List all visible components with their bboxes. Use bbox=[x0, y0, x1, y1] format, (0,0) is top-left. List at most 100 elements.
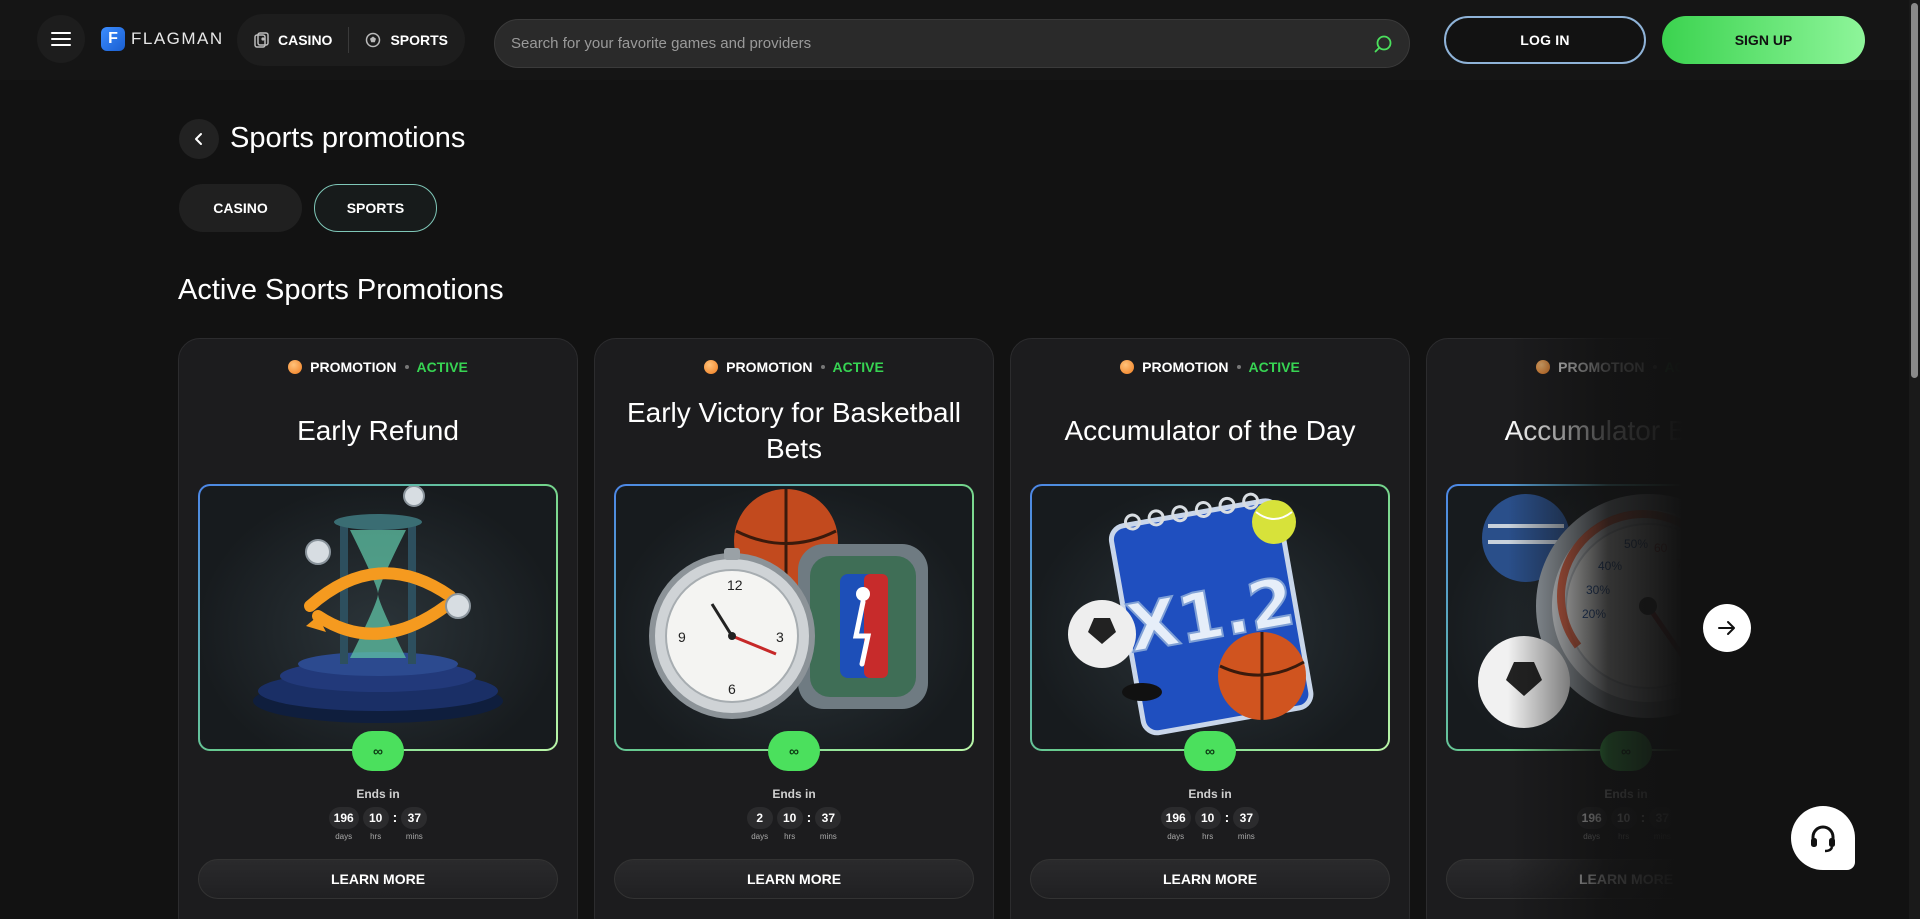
learn-more-button[interactable]: LEARN MORE bbox=[1030, 859, 1390, 899]
timer-hours: 10 bbox=[362, 807, 389, 829]
notepad-x12-illustration: X1.2 bbox=[1068, 492, 1314, 736]
timer-minutes-label: mins bbox=[405, 832, 423, 841]
ends-label: Ends in bbox=[356, 787, 400, 801]
promo-title: Early Victory for Basketball Bets bbox=[626, 397, 962, 464]
logo-mark: F bbox=[101, 27, 125, 51]
promo-title: Accumulator of the Day bbox=[1064, 415, 1356, 446]
nav-sports[interactable]: SPORTS bbox=[349, 14, 464, 66]
promo-image[interactable]: X1.2 bbox=[1030, 484, 1390, 751]
tab-casino[interactable]: CASINO bbox=[179, 184, 302, 232]
timer-colon: : bbox=[806, 809, 812, 825]
timer-hours: 10 bbox=[1610, 807, 1637, 829]
login-button[interactable]: LOG IN bbox=[1444, 16, 1646, 64]
promo-card: PROMOTION ACTIVE Early Refund ∞ Ends in … bbox=[178, 338, 578, 919]
speedometer-illustration: 40% 50% 60 70 80 30% 20% bbox=[1478, 494, 1748, 728]
timer-hours-label: hrs bbox=[1618, 832, 1630, 841]
search-icon[interactable] bbox=[1373, 34, 1393, 54]
support-chat-button[interactable] bbox=[1791, 806, 1855, 870]
infinity-badge: ∞ bbox=[1600, 731, 1652, 771]
hamburger-icon bbox=[51, 32, 71, 46]
timer-hours-label: hrs bbox=[370, 832, 382, 841]
promo-card: PROMOTION ACTIVE Accumulator of the Day … bbox=[1010, 338, 1410, 919]
timer-minutes: 37 bbox=[815, 807, 842, 829]
promotion-icon bbox=[1120, 360, 1135, 374]
promotion-icon bbox=[1536, 360, 1551, 374]
timer-hours: 10 bbox=[1194, 807, 1221, 829]
timer-hours-label: hrs bbox=[1202, 832, 1214, 841]
carousel-next-button[interactable] bbox=[1703, 604, 1751, 652]
promo-status: ACTIVE bbox=[416, 359, 468, 375]
timer-days-label: days bbox=[751, 832, 769, 841]
casino-icon bbox=[254, 32, 269, 48]
timer-hours: 10 bbox=[776, 807, 803, 829]
promo-status: ACTIVE bbox=[832, 359, 884, 375]
timer-minutes-label: mins bbox=[1237, 832, 1255, 841]
promotion-icon bbox=[288, 360, 303, 374]
promo-status: ACTIVE bbox=[1248, 359, 1300, 375]
timer-days: 2 bbox=[746, 807, 773, 829]
promo-title: Early Refund bbox=[297, 415, 459, 446]
svg-text:40%: 40% bbox=[1598, 559, 1622, 573]
tab-sports[interactable]: SPORTS bbox=[314, 184, 437, 232]
stopwatch-basketball-illustration: 12 3 6 9 bbox=[649, 489, 928, 719]
menu-button[interactable] bbox=[37, 15, 85, 63]
timer-days: 196 bbox=[328, 807, 359, 829]
promo-tag: PROMOTION bbox=[726, 359, 813, 375]
timer-days-label: days bbox=[335, 832, 353, 841]
card-meta: PROMOTION ACTIVE bbox=[1011, 359, 1409, 375]
main-nav: CASINO SPORTS bbox=[237, 14, 465, 66]
infinity-badge: ∞ bbox=[1184, 731, 1236, 771]
page-scrollbar[interactable] bbox=[1909, 0, 1920, 919]
signup-button[interactable]: SIGN UP bbox=[1662, 16, 1865, 64]
promo-image[interactable]: 40% 50% 60 70 80 30% 20% bbox=[1446, 484, 1748, 751]
svg-text:60: 60 bbox=[1654, 541, 1668, 555]
promo-tag: PROMOTION bbox=[310, 359, 397, 375]
ends-label: Ends in bbox=[1604, 787, 1648, 801]
timer-hours-label: hrs bbox=[784, 832, 796, 841]
promo-image[interactable]: 12 3 6 9 bbox=[614, 484, 974, 751]
svg-text:80: 80 bbox=[1688, 579, 1702, 593]
section-title: Active Sports Promotions bbox=[178, 274, 504, 306]
timer-days: 196 bbox=[1160, 807, 1191, 829]
promotions-carousel: PROMOTION ACTIVE Early Refund ∞ Ends in … bbox=[178, 338, 1748, 919]
search-bar[interactable] bbox=[494, 19, 1410, 68]
svg-text:50%: 50% bbox=[1624, 537, 1648, 551]
hourglass-illustration bbox=[253, 486, 503, 723]
sports-ball-icon bbox=[366, 32, 381, 48]
promo-tag: PROMOTION bbox=[1142, 359, 1229, 375]
svg-text:3: 3 bbox=[776, 629, 784, 645]
brand-logo[interactable]: F FLAGMAN bbox=[101, 27, 224, 51]
scrollbar-thumb[interactable] bbox=[1911, 3, 1918, 378]
nav-casino[interactable]: CASINO bbox=[237, 14, 348, 66]
promo-status: ACTIVE bbox=[1664, 359, 1716, 375]
countdown-timer: 196 days 10 hrs : 37 mins bbox=[179, 807, 577, 841]
ends-label: Ends in bbox=[772, 787, 816, 801]
promotion-icon bbox=[704, 360, 719, 374]
card-meta: PROMOTION ACTIVE bbox=[179, 359, 577, 375]
timer-colon: : bbox=[392, 809, 398, 825]
promo-title: Accumulator Bonus bbox=[1504, 415, 1748, 446]
search-input[interactable] bbox=[511, 35, 1373, 52]
timer-minutes: 37 bbox=[401, 807, 428, 829]
top-header: F FLAGMAN CASINO SPORTS LOG IN SIGN UP bbox=[0, 0, 1909, 80]
svg-text:30%: 30% bbox=[1586, 583, 1610, 597]
learn-more-button[interactable]: LEARN MORE bbox=[198, 859, 558, 899]
learn-more-button[interactable]: LEARN MORE bbox=[1446, 859, 1748, 899]
nav-casino-label: CASINO bbox=[278, 32, 333, 48]
timer-minutes: 37 bbox=[1649, 807, 1676, 829]
back-button[interactable] bbox=[179, 119, 219, 159]
ends-label: Ends in bbox=[1188, 787, 1232, 801]
infinity-badge: ∞ bbox=[768, 731, 820, 771]
svg-text:6: 6 bbox=[728, 681, 736, 697]
card-meta: PROMOTION ACTIVE bbox=[595, 359, 993, 375]
timer-minutes-label: mins bbox=[1653, 832, 1671, 841]
promo-card: PROMOTION ACTIVE Accumulator Bonus 40% 5… bbox=[1426, 338, 1748, 919]
svg-text:12: 12 bbox=[727, 577, 743, 593]
countdown-timer: 196 days 10 hrs : 37 mins bbox=[1011, 807, 1409, 841]
learn-more-button[interactable]: LEARN MORE bbox=[614, 859, 974, 899]
svg-text:9: 9 bbox=[678, 629, 686, 645]
separator-dot bbox=[1236, 365, 1241, 369]
timer-days-label: days bbox=[1583, 832, 1601, 841]
promo-image[interactable] bbox=[198, 484, 558, 751]
timer-days-label: days bbox=[1167, 832, 1185, 841]
